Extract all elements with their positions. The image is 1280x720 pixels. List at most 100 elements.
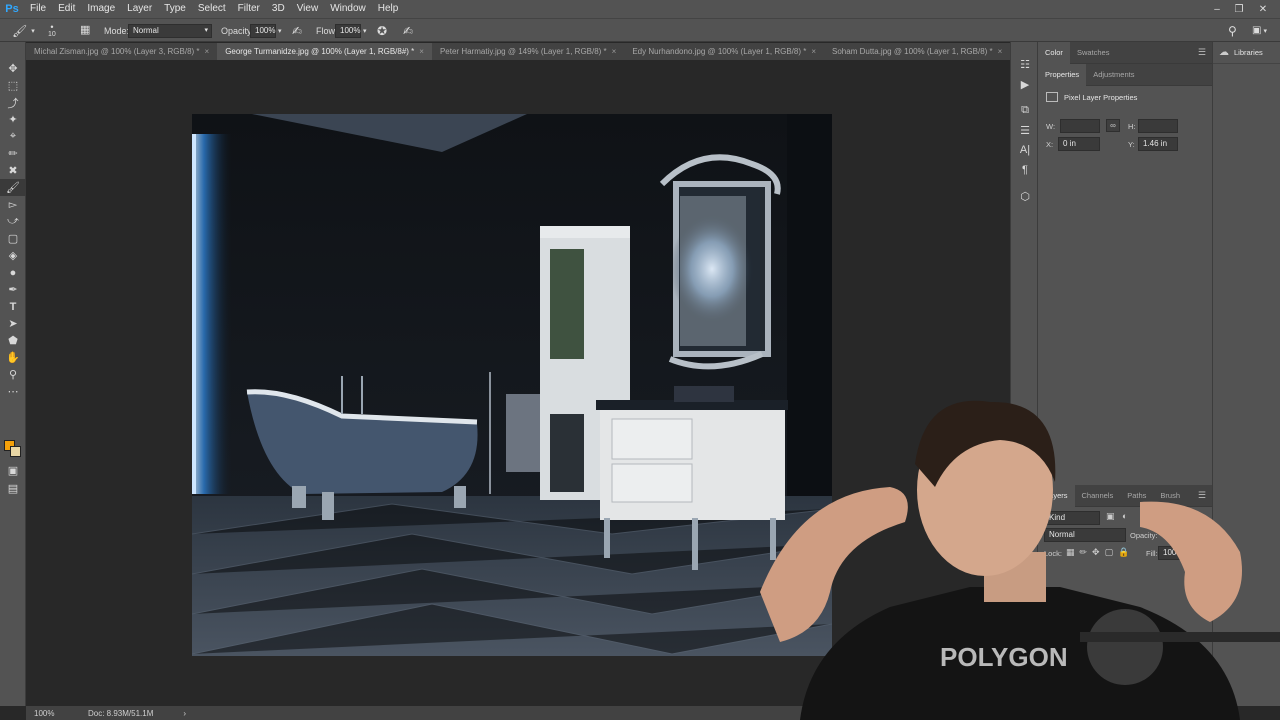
photoshop-logo: Ps [5,3,19,15]
brush-presets-icon[interactable]: ☰ [1011,120,1039,140]
close-icon[interactable]: ✕ [1252,0,1274,18]
menu-3d[interactable]: 3D [266,0,291,18]
lasso-tool-icon[interactable]: ⤴ [0,94,26,111]
actions-play-icon[interactable]: ▶ [1011,74,1039,94]
tab-brush[interactable]: Brush [1153,485,1187,507]
libraries-tab[interactable]: ☁ Libraries [1213,42,1280,64]
eyedropper-tool-icon[interactable]: ✏ [0,145,26,162]
filter-kind-dropdown[interactable]: Kind [1044,511,1100,525]
menu-type[interactable]: Type [158,0,192,18]
tab-layers[interactable]: Layers [1038,484,1075,507]
panel-dock: Color Swatches ☰ Properties Adjustments … [1038,41,1212,706]
shape-tool-icon[interactable]: ⬟ [0,332,26,349]
quick-mask-icon[interactable]: ▣ [0,462,26,479]
history-panel-icon[interactable]: ☷ [1011,54,1039,74]
filter-adjustment-icon[interactable]: ◐ [1122,511,1127,521]
workspace-icon[interactable]: ▣ ▾ [1252,19,1267,42]
zoom-level[interactable]: 100% [26,709,74,718]
background-color-swatch[interactable] [10,446,21,457]
search-icon[interactable]: ⚲ [1228,19,1237,42]
tab-channels[interactable]: Channels [1075,485,1121,507]
healing-brush-tool-icon[interactable]: ✖ [0,162,26,179]
opacity-chevron-icon[interactable]: ▾ [278,27,282,35]
bathroom-render-image[interactable] [192,114,832,656]
screen-mode-icon[interactable]: ▤ [0,480,26,497]
tab-color[interactable]: Color [1038,41,1070,64]
flow-chevron-icon[interactable]: ▾ [363,27,367,35]
tab-close-icon[interactable]: × [419,47,424,56]
x-field[interactable]: 0 in [1058,137,1100,151]
clone-stamp-tool-icon[interactable]: ▻ [0,196,26,213]
eraser-tool-icon[interactable]: ▢ [0,230,26,247]
path-selection-tool-icon[interactable]: ➤ [0,315,26,332]
marquee-tool-icon[interactable]: ⬚ [0,77,26,94]
character-panel-icon[interactable]: A| [1011,140,1039,160]
tab-paths[interactable]: Paths [1120,485,1153,507]
menu-select[interactable]: Select [192,0,232,18]
menu-image[interactable]: Image [81,0,121,18]
crop-tool-icon[interactable]: ⌖ [0,128,26,145]
fill-field[interactable]: 100% [1158,546,1184,560]
paint-bucket-tool-icon[interactable]: ◈ [0,247,26,264]
airbrush-icon[interactable]: ✪ [377,19,387,42]
paragraph-panel-icon[interactable]: ¶ [1011,160,1039,180]
tab-close-icon[interactable]: × [811,47,816,56]
clone-source-icon[interactable]: ⧉ [1011,100,1039,120]
zoom-tool-icon[interactable]: ⚲ [0,366,26,383]
pen-tool-icon[interactable]: ✒ [0,281,26,298]
y-field[interactable]: 1.46 in [1138,137,1178,151]
3d-panel-icon[interactable]: ⬡ [1011,186,1039,206]
brush-size-picker[interactable]: • 10 [48,19,56,42]
menu-layer[interactable]: Layer [121,0,158,18]
more-tools-icon[interactable]: ⋯ [0,383,26,400]
tab-adjustments[interactable]: Adjustments [1086,64,1141,86]
dodge-tool-icon[interactable]: ● [0,264,26,281]
menu-view[interactable]: View [291,0,325,18]
lock-icons[interactable]: ▦✏✥▢🔒 [1066,547,1134,558]
menu-edit[interactable]: Edit [52,0,81,18]
panel-icon-strip: ☷ ▶ ⧉ ☰ A| ¶ ⬡ [1010,42,1038,706]
menu-file[interactable]: File [24,0,52,18]
document-tab[interactable]: Michal Zisman.jpg @ 100% (Layer 3, RGB/8… [26,43,217,60]
pressure-size-icon[interactable]: ✍ [403,19,413,42]
menu-help[interactable]: Help [372,0,405,18]
tab-close-icon[interactable]: × [205,47,210,56]
layer-opacity-label: Opacity: [1130,531,1158,540]
magic-wand-tool-icon[interactable]: ✦ [0,111,26,128]
brush-panel-toggle-icon[interactable]: ▦ [80,19,90,42]
history-brush-tool-icon[interactable]: ⤻ [0,213,26,230]
minimize-icon[interactable]: – [1206,0,1228,18]
canvas-area[interactable] [26,60,998,706]
tab-close-icon[interactable]: × [612,47,617,56]
hand-tool-icon[interactable]: ✋ [0,349,26,366]
pressure-opacity-icon[interactable]: ✍ [292,19,302,42]
height-field[interactable] [1138,119,1178,133]
restore-icon[interactable]: ❐ [1228,0,1250,18]
brush-tool-preset-icon[interactable]: 🖌 ▾ [12,19,35,42]
document-tab-active[interactable]: George Turmanidze.jpg @ 100% (Layer 1, R… [217,43,432,60]
panel-menu-icon[interactable]: ☰ [1198,47,1206,58]
mode-dropdown[interactable]: Normal ▾ [128,23,212,38]
width-field[interactable] [1060,119,1100,133]
menu-window[interactable]: Window [324,0,372,18]
document-tab[interactable]: Soham Dutta.jpg @ 100% (Layer 1, RGB/8) … [824,43,1010,60]
flow-field[interactable]: 100% [335,23,361,38]
brush-tool-icon[interactable]: 🖌 [0,179,26,196]
document-tab[interactable]: Edy Nurhandono.jpg @ 100% (Layer 1, RGB/… [624,43,824,60]
blend-mode-dropdown[interactable]: Normal [1044,528,1126,542]
filter-pixel-icon[interactable]: ▣ [1106,511,1115,522]
move-tool-icon[interactable]: ✥ [0,60,26,77]
tab-label: Edy Nurhandono.jpg @ 100% (Layer 1, RGB/… [632,47,807,56]
menu-filter[interactable]: Filter [232,0,266,18]
opacity-field[interactable]: 100% [250,23,276,38]
tab-swatches[interactable]: Swatches [1070,42,1117,64]
status-menu-arrow-icon[interactable]: › [183,709,186,718]
x-label: X: [1046,140,1054,149]
document-tab[interactable]: Peter Harmatiy.jpg @ 149% (Layer 1, RGB/… [432,43,624,60]
tab-properties[interactable]: Properties [1038,63,1087,86]
link-icon[interactable]: ∞ [1106,119,1120,132]
cloud-icon: ☁ [1219,47,1229,58]
type-tool-icon[interactable]: T [0,298,26,315]
tab-close-icon[interactable]: × [998,47,1003,56]
layers-panel-menu-icon[interactable]: ☰ [1198,490,1206,501]
